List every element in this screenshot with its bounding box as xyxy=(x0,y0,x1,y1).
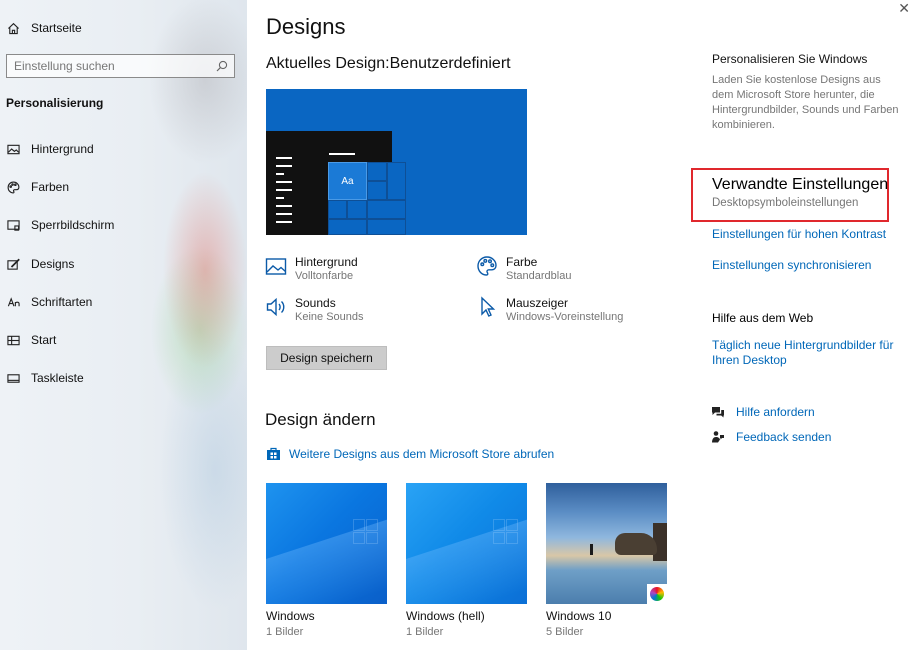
theme-thumb-windows-light[interactable] xyxy=(406,483,527,604)
option-title: Sounds xyxy=(295,296,336,310)
option-title: Hintergrund xyxy=(295,255,358,269)
preview-tile xyxy=(367,219,406,235)
sidebar-item-label: Hintergrund xyxy=(31,142,94,156)
cursor-icon xyxy=(476,296,498,318)
search-icon xyxy=(216,60,228,72)
option-value: Keine Sounds xyxy=(295,311,364,323)
help-chat-icon xyxy=(712,407,724,418)
personalize-section: Personalisieren Sie Windows Laden Sie ko… xyxy=(712,52,902,133)
search-input[interactable]: Einstellung suchen xyxy=(6,54,235,78)
theme-name: Windows xyxy=(266,609,315,623)
option-background[interactable]: Hintergrund Volltonfarbe xyxy=(265,255,358,283)
section-title: Personalisierung xyxy=(6,96,104,110)
preview-tile xyxy=(387,162,406,200)
theme-name: Windows 10 xyxy=(546,609,612,623)
feedback-link[interactable]: Feedback senden xyxy=(711,430,831,444)
thumb-light-beam xyxy=(406,500,527,604)
sync-settings-link[interactable]: Einstellungen synchronisieren xyxy=(712,258,902,273)
preview-menu-lines xyxy=(276,157,292,229)
option-title: Farbe xyxy=(506,255,538,269)
preview-tile xyxy=(367,162,387,181)
sidebar-home-label: Startseite xyxy=(31,21,82,35)
feedback-label: Feedback senden xyxy=(736,430,832,444)
picture-icon xyxy=(265,255,287,277)
option-sounds[interactable]: Sounds Keine Sounds xyxy=(265,296,364,324)
search-placeholder: Einstellung suchen xyxy=(14,59,115,73)
start-icon xyxy=(6,333,20,347)
feedback-icon xyxy=(712,431,724,443)
taskbar-icon xyxy=(6,371,20,385)
get-help-label: Hilfe anfordern xyxy=(736,405,815,419)
palette-icon xyxy=(476,255,498,277)
theme-name: Windows (hell) xyxy=(406,609,485,623)
brush-icon xyxy=(6,257,20,271)
desktop-icons-link[interactable]: Desktopsymboleinstellungen xyxy=(712,196,902,211)
home-icon xyxy=(6,21,20,35)
picture-icon xyxy=(6,142,20,156)
sidebar-home[interactable]: Startseite xyxy=(0,13,247,43)
theme-count: 1 Bilder xyxy=(406,626,444,638)
sidebar-item-hintergrund[interactable]: Hintergrund xyxy=(0,134,247,164)
theme-thumb-windows-10[interactable] xyxy=(546,483,667,604)
sidebar-item-label: Taskleiste xyxy=(31,371,84,385)
thumb-rock xyxy=(615,533,657,555)
current-design-value: Benutzerdefiniert xyxy=(389,55,511,72)
preview-tile xyxy=(367,200,406,219)
preview-tile xyxy=(367,181,387,200)
windows-logo-icon xyxy=(493,519,519,545)
change-design-title: Design ändern xyxy=(265,410,376,429)
current-design: Aktuelles Design:Benutzerdefiniert xyxy=(266,55,511,73)
theme-count: 1 Bilder xyxy=(266,626,304,638)
palette-icon xyxy=(6,180,20,194)
preview-tile xyxy=(328,200,347,219)
option-mouse-pointer[interactable]: Mauszeiger Windows-Voreinstellung xyxy=(476,296,623,324)
page-title: Designs xyxy=(266,14,346,39)
windows-logo-icon xyxy=(353,519,379,545)
related-title: Verwandte Einstellungen xyxy=(712,176,889,193)
preview-tile xyxy=(347,200,367,219)
web-help-title: Hilfe aus dem Web xyxy=(712,311,814,325)
high-contrast-link[interactable]: Einstellungen für hohen Kontrast xyxy=(712,227,902,242)
thumb-person xyxy=(590,544,593,555)
sidebar-item-label: Farben xyxy=(31,180,70,194)
speaker-icon xyxy=(265,296,287,318)
close-icon[interactable]: ✕ xyxy=(898,0,910,17)
option-value: Windows-Voreinstellung xyxy=(506,311,624,323)
personalize-text: Laden Sie kostenlose Designs aus dem Mic… xyxy=(712,74,899,131)
sidebar-item-designs[interactable]: Designs xyxy=(0,249,247,279)
option-title: Mauszeiger xyxy=(506,296,569,310)
lockscreen-icon xyxy=(6,218,20,232)
sidebar-item-schriftarten[interactable]: Schriftarten xyxy=(0,287,247,317)
sidebar-item-farben[interactable]: Farben xyxy=(0,172,247,202)
daily-wallpaper-link[interactable]: Täglich neue Hintergrundbilder für Ihren… xyxy=(712,338,902,368)
theme-thumb-windows[interactable] xyxy=(266,483,387,604)
preview-tile-main: Aa xyxy=(328,162,367,200)
sidebar-item-taskleiste[interactable]: Taskleiste xyxy=(0,363,247,393)
store-link[interactable]: Weitere Designs aus dem Microsoft Store … xyxy=(266,446,554,461)
sidebar-item-label: Sperrbildschirm xyxy=(31,218,115,232)
option-color[interactable]: Farbe Standardblau xyxy=(476,255,571,283)
save-design-button[interactable]: Design speichern xyxy=(266,346,387,370)
sidebar-item-sperrbildschirm[interactable]: Sperrbildschirm xyxy=(0,210,247,240)
theme-count: 5 Bilder xyxy=(546,626,584,638)
current-design-label: Aktuelles Design: xyxy=(266,55,390,72)
sidebar: Startseite Einstellung suchen Personalis… xyxy=(0,0,247,650)
option-value: Standardblau xyxy=(506,270,572,282)
design-preview: Aa xyxy=(266,89,527,235)
sidebar-item-label: Start xyxy=(31,333,57,347)
store-link-label: Weitere Designs aus dem Microsoft Store … xyxy=(289,446,555,461)
personalize-title: Personalisieren Sie Windows xyxy=(712,52,868,66)
color-wheel-icon xyxy=(647,584,667,604)
sidebar-item-label: Designs xyxy=(31,257,75,271)
preview-tile xyxy=(328,219,367,235)
option-value: Volltonfarbe xyxy=(295,270,354,282)
get-help-link[interactable]: Hilfe anfordern xyxy=(711,405,815,419)
sidebar-item-start[interactable]: Start xyxy=(0,325,247,355)
font-icon xyxy=(6,295,20,309)
sidebar-item-label: Schriftarten xyxy=(31,295,93,309)
thumb-light-beam xyxy=(266,500,387,604)
preview-header-bar xyxy=(329,153,355,155)
store-icon xyxy=(267,447,280,460)
